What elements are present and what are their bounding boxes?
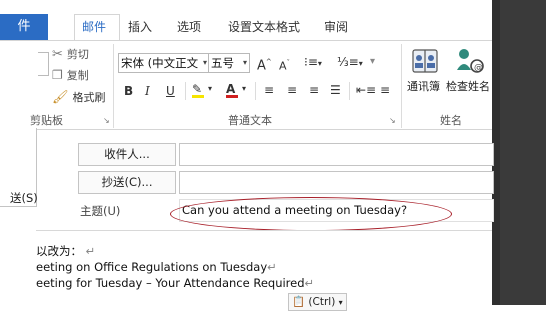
- address-book-icon[interactable]: [411, 48, 439, 74]
- bold-icon[interactable]: B: [124, 82, 133, 100]
- justify-icon[interactable]: ☰: [330, 81, 341, 99]
- clipboard-launcher-icon[interactable]: ↘: [103, 116, 110, 125]
- tab-review[interactable]: 审阅: [324, 18, 348, 35]
- group-divider: [113, 44, 114, 128]
- scissors-icon: ✂: [52, 46, 63, 62]
- paste-options-button[interactable]: 📋 (Ctrl) ▾: [288, 293, 347, 311]
- font-name-value: 宋体 (中文正文: [121, 56, 199, 70]
- paste-options-label: (Ctrl): [308, 296, 336, 308]
- clipboard-icon: 📋: [292, 296, 306, 308]
- divider: [349, 82, 350, 100]
- grow-font-icon[interactable]: A^: [257, 53, 272, 75]
- format-painter-button[interactable]: 🖌 格式刷: [52, 89, 106, 105]
- italic-icon[interactable]: I: [145, 82, 150, 100]
- to-button[interactable]: 收件人...: [78, 143, 176, 166]
- highlight-icon[interactable]: ✎: [192, 80, 204, 98]
- tab-format-text[interactable]: 设置文本格式: [228, 18, 300, 35]
- format-painter-label: 格式刷: [72, 91, 106, 104]
- underline-icon[interactable]: U: [166, 82, 175, 100]
- names-group-label: 姓名: [440, 114, 462, 127]
- check-names-icon[interactable]: @: [455, 46, 487, 76]
- numbering-icon[interactable]: ⅓≡▾: [337, 53, 363, 73]
- font-color-icon[interactable]: A: [226, 80, 238, 98]
- paintbrush-icon: 🖌: [52, 89, 69, 105]
- header-divider: [36, 230, 492, 231]
- send-label: 送(S): [10, 191, 38, 205]
- subject-label: 主题(U): [80, 204, 121, 218]
- divider: [255, 82, 256, 100]
- chevron-down-icon: ▾: [338, 298, 343, 307]
- align-right-icon[interactable]: ≡: [309, 81, 319, 99]
- copy-icon: ❐: [52, 68, 63, 82]
- copy-button[interactable]: ❐ 复制: [52, 67, 89, 83]
- align-left-icon[interactable]: ≡: [264, 81, 274, 99]
- group-divider: [401, 44, 402, 128]
- body-line-3[interactable]: eeting for Tuesday – Your Attendance Req…: [36, 276, 314, 290]
- cc-field[interactable]: [179, 171, 494, 194]
- clipboard-group-label: 剪贴板: [30, 114, 63, 127]
- tab-file[interactable]: 件: [0, 14, 48, 40]
- paste-button-edge[interactable]: [38, 52, 49, 76]
- font-name-combo[interactable]: 宋体 (中文正文 ▾: [118, 53, 210, 73]
- check-names-label[interactable]: 检查姓名: [446, 78, 490, 94]
- to-field[interactable]: [179, 143, 494, 166]
- increase-indent-icon[interactable]: ≡: [380, 81, 390, 99]
- chevron-down-icon[interactable]: ▾: [208, 80, 212, 98]
- highlight-ellipse: [170, 197, 452, 231]
- address-book-label[interactable]: 通讯簿: [407, 78, 440, 94]
- side-panel-inner: [500, 0, 546, 305]
- tab-options[interactable]: 选项: [177, 18, 201, 35]
- basic-text-launcher-icon[interactable]: ↘: [389, 116, 396, 125]
- font-size-combo[interactable]: 五号 ▾: [208, 53, 250, 73]
- body-line-1[interactable]: 以改为： ↵: [36, 243, 95, 259]
- copy-label: 复制: [66, 69, 89, 82]
- chevron-down-icon: ▾: [242, 58, 247, 67]
- divider: [185, 82, 186, 100]
- cut-button[interactable]: ✂ 剪切: [52, 46, 89, 62]
- body-line-2[interactable]: eeting on Office Regulations on Tuesday↵: [36, 260, 277, 274]
- decrease-indent-icon[interactable]: ⇤≡: [356, 81, 376, 99]
- cc-button[interactable]: 抄送(C)...: [78, 171, 176, 194]
- basic-text-group-label: 普通文本: [228, 114, 272, 127]
- chevron-down-icon: ▾: [202, 58, 207, 67]
- more-icon[interactable]: ▾: [370, 53, 375, 71]
- chevron-down-icon[interactable]: ▾: [242, 80, 246, 98]
- cut-label: 剪切: [66, 48, 89, 61]
- tab-mail[interactable]: 邮件: [82, 18, 106, 35]
- align-center-icon[interactable]: ≡: [287, 81, 297, 99]
- font-size-value: 五号: [211, 56, 234, 70]
- svg-text:@: @: [474, 63, 483, 73]
- tab-insert[interactable]: 插入: [128, 18, 152, 35]
- bullets-icon[interactable]: ⁝≡▾: [304, 53, 322, 73]
- shrink-font-icon[interactable]: Aˇ: [279, 54, 290, 76]
